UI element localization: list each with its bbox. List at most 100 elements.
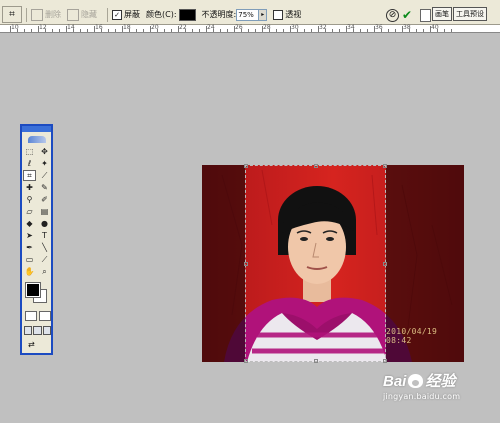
separator [107,7,108,22]
hide-crop-label: 隐藏 [81,10,97,19]
standard-screen-icon[interactable] [24,326,33,335]
notes-icon[interactable]: ▭ [23,254,36,265]
ruler-minor-tick [297,29,298,32]
hand-icon[interactable]: ✋ [23,266,36,277]
ruler-minor-tick [80,29,81,32]
paw-icon [408,374,424,388]
crop-handle-top-left[interactable] [244,164,248,168]
type-icon[interactable]: T [38,230,51,241]
shield-color-option: 颜色(C): [146,8,196,21]
magic-wand-icon[interactable]: ✦ [38,158,51,169]
shield-option[interactable]: ✓ 屏蔽 [112,9,140,20]
healing-brush-icon[interactable]: ✚ [23,182,36,193]
crop-handle-right[interactable] [383,262,387,266]
ruler-tick [150,26,151,32]
ruler-minor-tick [87,29,88,32]
blur-icon[interactable]: ◆ [23,218,36,229]
file-browser-icon[interactable] [420,9,431,22]
ruler-minor-tick [227,29,228,32]
full-screen-icon[interactable] [42,326,51,335]
ruler-minor-tick [339,29,340,32]
ruler-minor-tick [269,29,270,32]
ruler-minor-tick [24,29,25,32]
dodge-icon[interactable]: ● [38,218,51,229]
shield-checkbox[interactable]: ✓ [112,9,122,20]
ruler-minor-tick [59,29,60,32]
marquee-icon[interactable]: ⬚ [23,146,36,157]
ruler-minor-tick [255,29,256,32]
separator [26,7,27,22]
crop-handle-bottom-right[interactable] [383,359,387,363]
ruler-minor-tick [311,29,312,32]
date-stamp: 2010/04/19 08:42 [386,327,438,345]
cancel-crop-button[interactable]: ⊘ [386,9,399,22]
crop-handle-left[interactable] [244,262,248,266]
ruler-minor-tick [115,29,116,32]
tab-tool-presets[interactable]: 工具预设 [453,7,487,21]
crop-handle-bottom-left[interactable] [244,359,248,363]
ruler-minor-tick [367,29,368,32]
history-brush-icon[interactable]: ✐ [38,194,51,205]
ruler-minor-tick [248,29,249,32]
ruler-minor-tick [52,29,53,32]
eraser-icon[interactable]: ▱ [23,206,36,217]
tab-brushes[interactable]: 画笔 [432,7,452,21]
ruler-minor-tick [444,29,445,32]
crop-handle-top[interactable] [314,164,318,168]
eyedropper-icon[interactable]: ⟋ [38,254,51,265]
ruler-tick [66,26,67,32]
ruler-minor-tick [423,29,424,32]
baidu-logo: Bai 经验 [383,370,460,391]
ruler-minor-tick [451,29,452,32]
horizontal-ruler: 10 12 14 16 18 20 22 24 26 28 30 32 34 36 38 40 [0,24,500,33]
clone-stamp-icon[interactable]: ⚲ [23,194,36,205]
crop-icon: ⌗ [9,9,15,20]
foreground-color-swatch[interactable] [25,282,41,298]
crop-marquee[interactable] [244,164,387,363]
ruler-minor-tick [409,29,410,32]
ruler-minor-tick [31,29,32,32]
ruler-tick [122,26,123,32]
ruler-minor-tick [157,29,158,32]
lasso-icon[interactable]: ℓ [23,158,36,169]
tool-preset-picker[interactable]: ⌗ [2,6,22,23]
edit-modes [22,311,51,321]
ruler-tick [318,26,319,32]
crop-handle-top-right[interactable] [383,164,387,168]
commit-crop-button[interactable]: ✔ [402,8,412,22]
watermark: Bai 经验 jingyan.baidu.com [383,370,460,401]
full-screen-menu-icon[interactable] [33,326,42,335]
brush-icon[interactable]: ✎ [38,182,51,193]
color-swatches [22,281,51,305]
jump-to-imageready-icon[interactable]: ⇄ [22,340,51,349]
zoom-icon[interactable]: ⌕ [38,266,51,277]
options-bar: ⌗ 删除 隐藏 ✓ 屏蔽 颜色(C): 不透明度: 75% ▸ 透视 ⊘ ✔ 画… [0,5,500,25]
ruler-minor-tick [388,29,389,32]
move-icon[interactable]: ✥ [38,146,51,157]
opacity-input[interactable]: 75% [236,8,260,21]
ruler-minor-tick [220,29,221,32]
ruler-minor-tick [108,29,109,32]
ruler-minor-tick [171,29,172,32]
watermark-url: jingyan.baidu.com [383,392,461,401]
ruler-minor-tick [395,29,396,32]
crop-handle-bottom[interactable] [314,359,318,363]
screen-modes [22,326,51,335]
perspective-checkbox[interactable] [273,9,284,20]
quick-mask-icon[interactable] [39,311,51,321]
pen-icon[interactable]: ✒ [23,242,36,253]
crop-icon[interactable]: ⌗ [23,170,36,181]
standard-mode-icon[interactable] [25,311,37,321]
photoshop-logo-icon[interactable] [22,132,51,146]
opacity-dropdown-arrow-icon[interactable]: ▸ [259,8,268,21]
perspective-option[interactable]: 透视 [273,9,301,20]
delete-crop-option: 删除 [31,8,61,21]
gradient-icon[interactable]: ▤ [38,206,51,217]
slice-icon[interactable]: ⟋ [38,170,51,181]
ruler-minor-tick [136,29,137,32]
ruler-tick [402,26,403,32]
shape-icon[interactable]: ╲ [38,242,51,253]
path-select-icon[interactable]: ➤ [23,230,36,241]
perspective-label: 透视 [285,10,302,19]
shield-color-swatch[interactable] [178,8,196,21]
